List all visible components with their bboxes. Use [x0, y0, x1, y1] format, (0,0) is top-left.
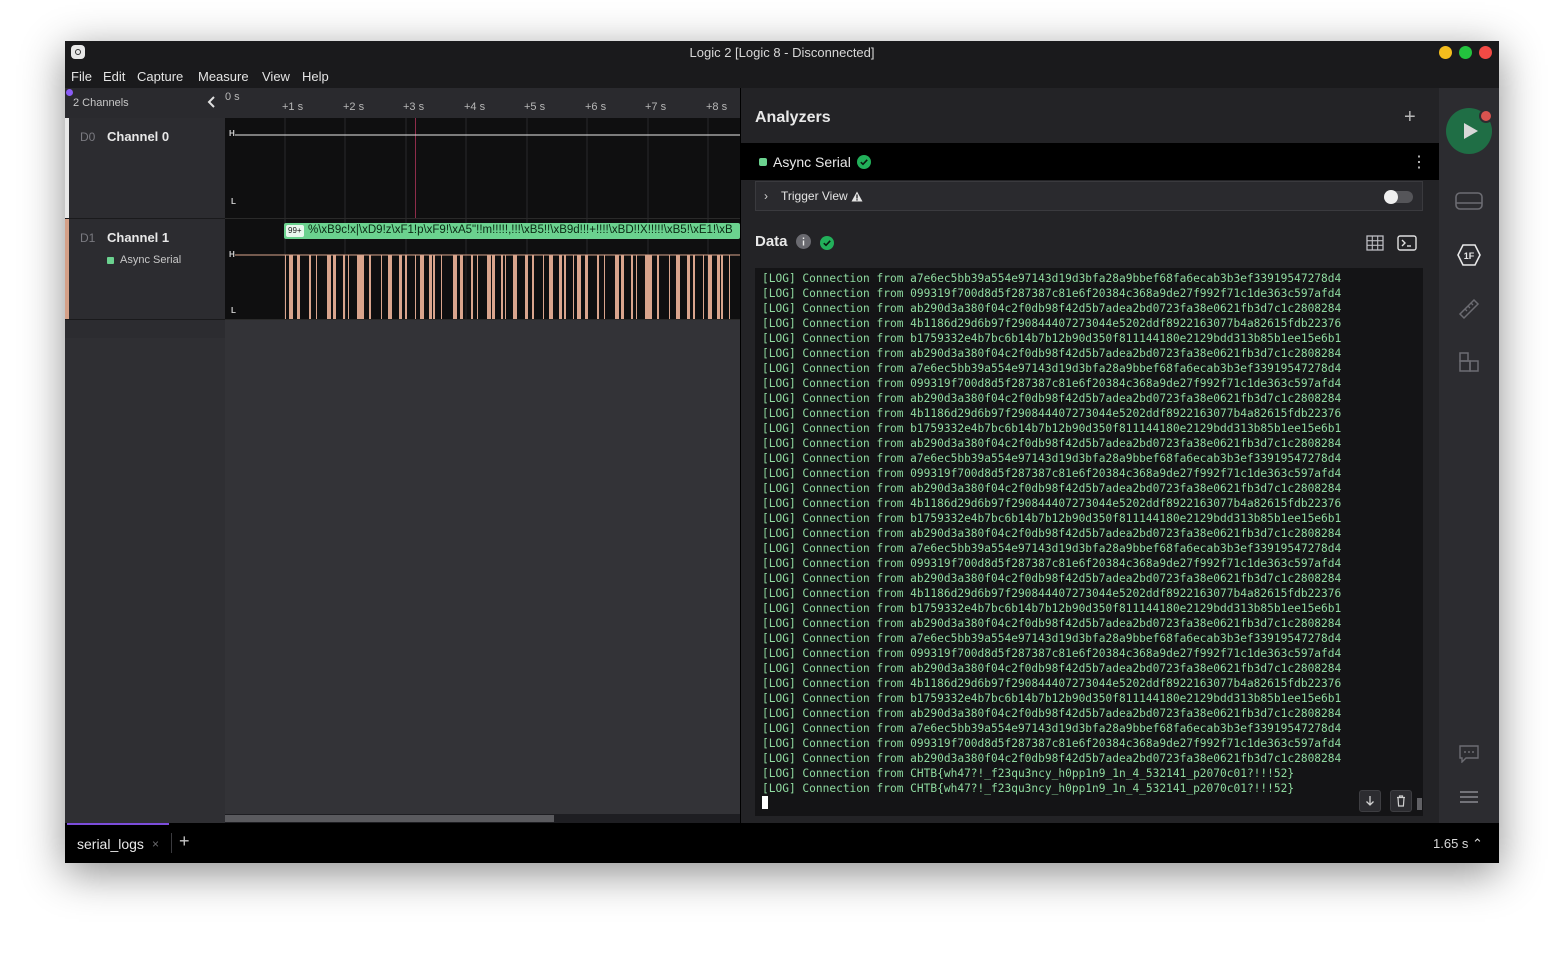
bubble-count-badge: 99+ — [286, 225, 304, 237]
channel-id: D0 — [80, 130, 96, 144]
add-analyzer-button[interactable]: + — [1404, 106, 1416, 129]
waveform-d0 — [235, 118, 740, 218]
play-icon — [1464, 123, 1478, 139]
analyzer-dot — [107, 257, 114, 264]
decoded-data-bubble[interactable]: 99+ %\xB9c!x|\xD9!z\xF1!p\xF9!\xA5"!!m!!… — [284, 223, 740, 239]
terminal-view-icon[interactable] — [1397, 235, 1417, 251]
arrow-down-icon — [1366, 796, 1374, 806]
check-circle-icon — [820, 236, 834, 250]
add-tab-button[interactable]: + — [179, 831, 190, 852]
high-level-label: H — [229, 250, 235, 259]
capture-marker-dot — [66, 89, 73, 96]
clear-terminal-button[interactable] — [1390, 790, 1412, 812]
tick-label: +8 s — [706, 101, 728, 113]
channel-panel: 2 Channels D0 Channel 0 D1 Channel 1 Asy… — [65, 88, 225, 823]
warning-icon — [851, 191, 863, 202]
waveform-view[interactable]: 0 s +1 s +2 s +3 s +4 s +5 s +6 s +7 s +… — [225, 88, 740, 823]
maximize-button[interactable] — [1459, 46, 1472, 59]
data-title: Data — [755, 233, 788, 250]
channels-count: 2 Channels — [73, 97, 129, 109]
terminal-cursor — [762, 796, 768, 809]
info-icon[interactable] — [796, 234, 811, 249]
menu-view[interactable]: View — [262, 69, 290, 84]
menu-icon[interactable] — [1455, 786, 1483, 814]
decoded-data-text: %\xB9c!x|\xD9!z\xF1!p\xF9!\xA5"!!m!!!!!,… — [308, 224, 733, 236]
waveform-row-d0[interactable]: H L — [225, 118, 740, 219]
tick-label: +3 s — [403, 101, 425, 113]
device-disconnected-badge — [1479, 109, 1493, 123]
analyzer-item[interactable]: Async Serial ⋮ — [741, 143, 1439, 180]
trigger-view-label: Trigger View — [781, 189, 848, 203]
channel-panel-empty — [65, 338, 225, 823]
terminal-scrollbar[interactable] — [1417, 798, 1422, 810]
analyzers-title: Analyzers — [755, 109, 831, 126]
low-level-label: L — [231, 306, 236, 315]
trigger-view-row[interactable]: › Trigger View — [755, 181, 1423, 211]
minimize-button[interactable] — [1439, 46, 1452, 59]
title-bar: Logic 2 [Logic 8 - Disconnected] — [65, 41, 1499, 64]
scroll-to-bottom-button[interactable] — [1359, 790, 1381, 812]
channel-row-d1[interactable]: D1 Channel 1 Async Serial — [65, 219, 225, 320]
table-view-icon[interactable] — [1366, 235, 1384, 251]
chevron-left-icon[interactable] — [205, 94, 219, 110]
timeline-ruler[interactable]: 0 s +1 s +2 s +3 s +4 s +5 s +6 s +7 s +… — [225, 88, 740, 118]
scrollbar-thumb[interactable] — [225, 815, 554, 822]
high-level-label: H — [229, 129, 235, 138]
close-tab-icon[interactable]: × — [152, 837, 159, 851]
channel-row-d0[interactable]: D0 Channel 0 — [65, 118, 225, 219]
tab-separator — [171, 833, 172, 853]
channel-name[interactable]: Channel 0 — [107, 129, 169, 144]
channel-analyzer-label: Async Serial — [120, 254, 182, 266]
menu-bar: File Edit Capture Measure View Help — [65, 64, 1499, 88]
channel-color-bar — [65, 219, 69, 319]
tick-label: +6 s — [585, 101, 607, 113]
menu-capture[interactable]: Capture — [137, 69, 183, 84]
log-text: [LOG] Connection from a7e6ec5bb39a554e97… — [762, 272, 1342, 795]
tick-label: +7 s — [645, 101, 667, 113]
menu-help[interactable]: Help — [302, 69, 329, 84]
chevron-right-icon[interactable]: › — [764, 189, 768, 203]
tick-label: 0 s — [225, 91, 240, 103]
tab-label: serial_logs — [77, 836, 144, 852]
tick-label: +4 s — [464, 101, 486, 113]
horizontal-scrollbar[interactable] — [225, 814, 740, 823]
window-title: Logic 2 [Logic 8 - Disconnected] — [689, 45, 875, 60]
analyzer-name: Async Serial — [773, 154, 851, 170]
menu-file[interactable]: File — [71, 69, 92, 84]
menu-edit[interactable]: Edit — [103, 69, 125, 84]
svg-text:1F: 1F — [1464, 251, 1475, 261]
channel-id: D1 — [80, 231, 96, 245]
device-settings-icon[interactable] — [1455, 192, 1483, 220]
tick-label: +1 s — [282, 101, 304, 113]
tab-serial-logs[interactable]: serial_logs × — [67, 823, 169, 863]
tick-label: +5 s — [524, 101, 546, 113]
channels-header: 2 Channels — [65, 88, 225, 118]
feedback-icon[interactable] — [1455, 745, 1483, 773]
trigger-view-toggle[interactable] — [1384, 190, 1413, 204]
check-circle-icon — [857, 155, 871, 169]
trash-icon — [1397, 795, 1405, 807]
status-bar: serial_logs × + 1.65 s ⌃ — [65, 823, 1499, 863]
menu-measure[interactable]: Measure — [198, 69, 249, 84]
waveform-row-d1[interactable]: 99+ %\xB9c!x|\xD9!z\xF1!p\xF9!\xA5"!!m!!… — [225, 219, 740, 320]
app-window: Logic 2 [Logic 8 - Disconnected] File Ed… — [65, 41, 1499, 863]
capture-duration[interactable]: 1.65 s ⌃ — [1433, 836, 1483, 852]
channel-name[interactable]: Channel 1 — [107, 230, 169, 245]
analyzers-icon[interactable]: 1F — [1455, 244, 1483, 272]
analyzers-panel: Analyzers + Async Serial ⋮ › Trigger Vie… — [741, 88, 1439, 823]
more-options-icon[interactable]: ⋮ — [1411, 152, 1427, 172]
terminal-output[interactable]: [LOG] Connection from a7e6ec5bb39a554e97… — [755, 268, 1423, 816]
tick-label: +2 s — [343, 101, 365, 113]
channel-color-bar — [65, 118, 69, 218]
measure-icon[interactable] — [1455, 298, 1483, 326]
analyzer-color-dot — [759, 158, 767, 166]
close-button[interactable] — [1479, 46, 1492, 59]
extensions-icon[interactable] — [1455, 351, 1483, 379]
start-capture-button[interactable] — [1446, 108, 1493, 154]
low-level-label: L — [231, 197, 236, 206]
right-sidebar: 1F — [1439, 88, 1499, 823]
